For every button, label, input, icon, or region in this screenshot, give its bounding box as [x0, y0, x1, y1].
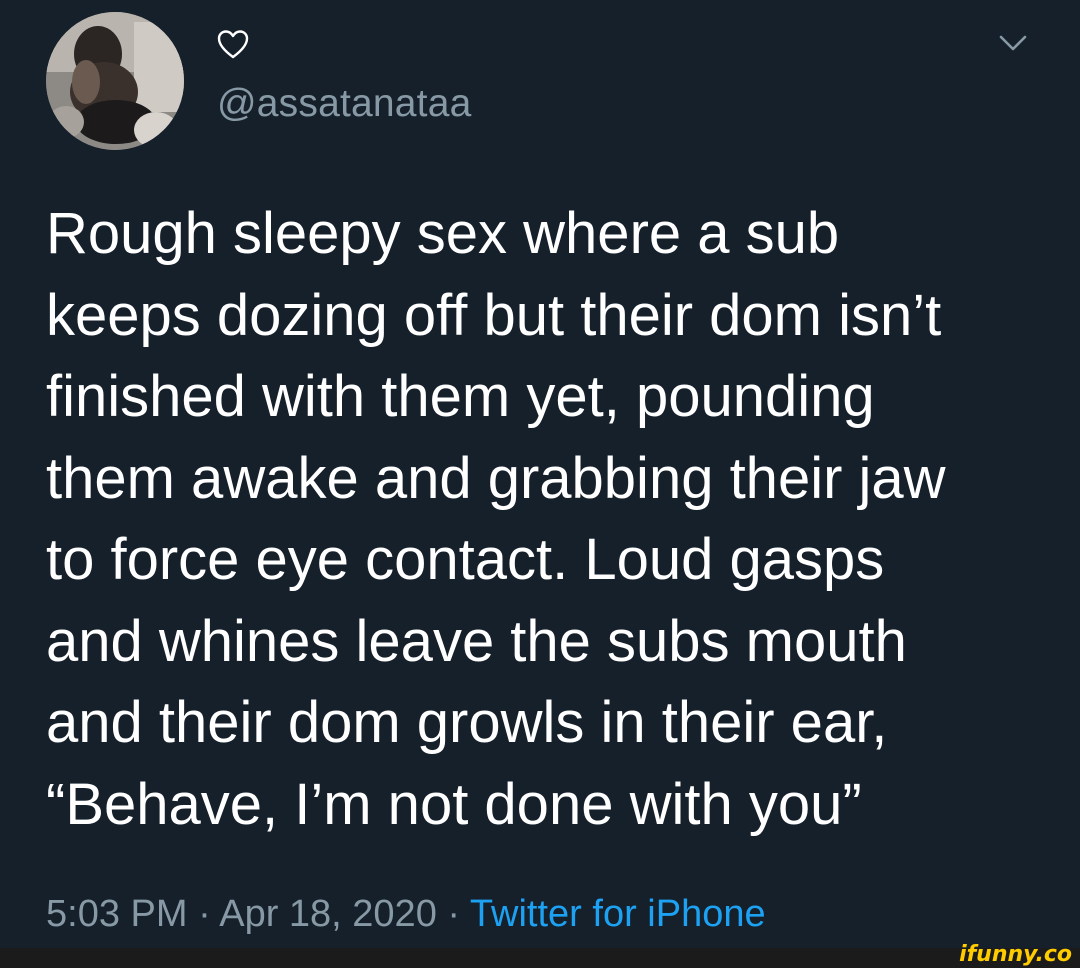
tweet-card: @assatanataa Rough sleepy sex where a su…	[0, 0, 1080, 948]
tweet-source-link[interactable]: Twitter for iPhone	[470, 893, 766, 935]
user-handle[interactable]: @assatanataa	[217, 80, 472, 128]
tweet-date[interactable]: Apr 18, 2020	[219, 893, 437, 935]
meta-separator: ·	[436, 893, 470, 935]
avatar[interactable]	[46, 12, 184, 150]
watermark-bar	[0, 948, 1080, 968]
tweet-meta: 5:03 PM · Apr 18, 2020 · Twitter for iPh…	[46, 890, 766, 938]
watermark-logo: ifunny.co	[959, 942, 1072, 967]
chevron-down-icon[interactable]	[996, 26, 1030, 60]
heart-icon[interactable]	[216, 28, 250, 62]
tweet-time[interactable]: 5:03 PM	[46, 893, 188, 935]
tweet-text: Rough sleepy sex where a sub keeps dozin…	[46, 201, 946, 837]
meta-separator: ·	[187, 893, 220, 935]
